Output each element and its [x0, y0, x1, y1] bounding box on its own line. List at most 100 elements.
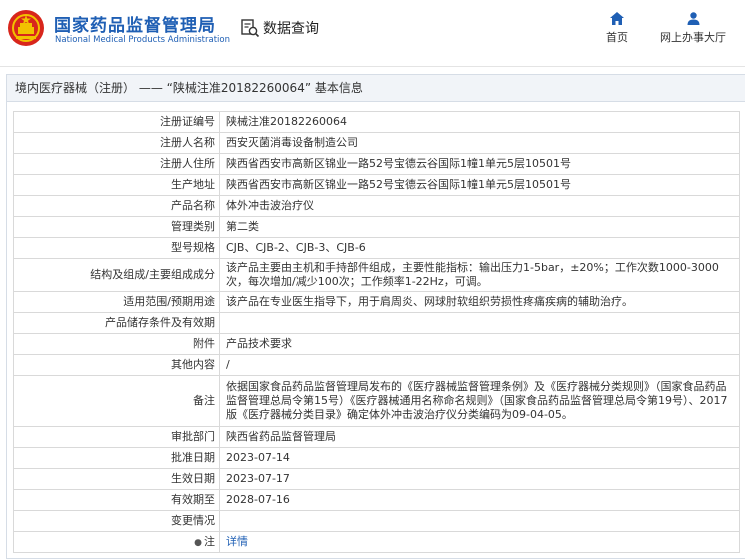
field-value-text: 产品技术要求 [226, 337, 292, 350]
field-value-text: 2023-07-17 [226, 472, 290, 485]
table-row: 生产地址 陕西省西安市高新区锦业一路52号宝德云谷国际1幢1单元5层10501号 [13, 174, 740, 196]
field-value: 2023-07-17 [219, 468, 740, 490]
field-value: 依据国家食品药品监督管理局发布的《医疗器械监督管理条例》及《医疗器械分类规则》（… [219, 375, 740, 427]
field-label-text: 产品名称 [171, 199, 215, 212]
data-query-link[interactable]: 数据查询 [240, 18, 319, 38]
field-label: 批准日期 [13, 447, 220, 469]
nav-online-label: 网上办事大厅 [660, 31, 726, 44]
table-row: 生效日期 2023-07-17 [13, 468, 740, 490]
field-label: 备注 [13, 375, 220, 427]
table-row: 变更情况 [13, 510, 740, 532]
table-row: 备注 依据国家食品药品监督管理局发布的《医疗器械监督管理条例》及《医疗器械分类规则… [13, 375, 740, 427]
field-label: 产品储存条件及有效期 [13, 312, 220, 334]
table-row: 管理类别 第二类 [13, 216, 740, 238]
nav-home[interactable]: 首页 [604, 12, 630, 45]
field-label: 附件 [13, 333, 220, 355]
field-value-text: 陕西省药品监督管理局 [226, 430, 336, 443]
field-label-text: 其他内容 [171, 358, 215, 371]
field-value [219, 312, 740, 334]
field-value: 产品技术要求 [219, 333, 740, 355]
user-icon [687, 12, 699, 25]
field-value-text: 陕械注准20182260064 [226, 115, 347, 128]
national-emblem-logo[interactable] [7, 9, 45, 47]
field-label: 型号规格 [13, 237, 220, 259]
field-label: 变更情况 [13, 510, 220, 532]
field-value-text: 第二类 [226, 220, 259, 233]
field-value: 西安灭菌消毒设备制造公司 [219, 132, 740, 154]
details-link[interactable]: 详情 [226, 535, 248, 548]
field-value-text: / [226, 358, 230, 371]
field-label-text: 生效日期 [171, 472, 215, 485]
field-label: 其他内容 [13, 354, 220, 376]
field-label: 生效日期 [13, 468, 220, 490]
field-value: 陕西省西安市高新区锦业一路52号宝德云谷国际1幢1单元5层10501号 [219, 174, 740, 196]
field-label: 管理类别 [13, 216, 220, 238]
field-label-text: 有效期至 [171, 493, 215, 506]
table-row: 产品名称 体外冲击波治疗仪 [13, 195, 740, 217]
table-row: 附件 产品技术要求 [13, 333, 740, 355]
field-value-text: 2028-07-16 [226, 493, 290, 506]
table-row: 注册证编号 陕械注准20182260064 [13, 111, 740, 133]
field-label: 审批部门 [13, 426, 220, 448]
field-value-text: 陕西省西安市高新区锦业一路52号宝德云谷国际1幢1单元5层10501号 [226, 157, 571, 170]
field-value-text: 该产品主要由主机和手持部件组成，主要性能指标：输出压力1-5bar，±20%；工… [226, 261, 719, 288]
registration-detail-table: 注册证编号 陕械注准20182260064 注册人名称 西安灭菌消毒设备制造公司 注册人… [13, 111, 740, 553]
field-label: ● 注 [13, 531, 220, 553]
data-search-icon [241, 19, 260, 38]
field-label: 产品名称 [13, 195, 220, 217]
site-title-en[interactable]: National Medical Products Administration [55, 35, 230, 45]
field-value: 2028-07-16 [219, 489, 740, 511]
field-label-text: 注 [204, 534, 215, 548]
field-value-text: 西安灭菌消毒设备制造公司 [226, 136, 358, 149]
field-value: CJB、CJB-2、CJB-3、CJB-6 [219, 237, 740, 259]
field-label-text: 备注 [193, 394, 215, 407]
field-value: 陕西省药品监督管理局 [219, 426, 740, 448]
field-label: 有效期至 [13, 489, 220, 511]
field-label-text: 注册人名称 [160, 136, 215, 149]
field-value: 2023-07-14 [219, 447, 740, 469]
home-icon [610, 12, 624, 25]
field-label-text: 结构及组成/主要组成成分 [90, 268, 215, 281]
table-row: 批准日期 2023-07-14 [13, 447, 740, 469]
field-value: 陕西省西安市高新区锦业一路52号宝德云谷国际1幢1单元5层10501号 [219, 153, 740, 175]
table-row: 适用范围/预期用途 该产品在专业医生指导下，用于肩周炎、网球肘软组织劳损性疼痛疾病… [13, 291, 740, 313]
field-value-text: 依据国家食品药品监督管理局发布的《医疗器械监督管理条例》及《医疗器械分类规则》（… [226, 380, 728, 421]
table-row: 注册人名称 西安灭菌消毒设备制造公司 [13, 132, 740, 154]
field-value: 该产品主要由主机和手持部件组成，主要性能指标：输出压力1-5bar，±20%；工… [219, 258, 740, 292]
table-row: 有效期至 2028-07-16 [13, 489, 740, 511]
table-row: 结构及组成/主要组成成分 该产品主要由主机和手持部件组成，主要性能指标：输出压力1… [13, 258, 740, 292]
field-label: 适用范围/预期用途 [13, 291, 220, 313]
field-label: 注册人名称 [13, 132, 220, 154]
field-label: 注册证编号 [13, 111, 220, 133]
table-row: ● 注详情 [13, 531, 740, 553]
field-value-text: 2023-07-14 [226, 451, 290, 464]
field-label-text: 型号规格 [171, 241, 215, 254]
table-row: 审批部门 陕西省药品监督管理局 [13, 426, 740, 448]
table-row: 型号规格 CJB、CJB-2、CJB-3、CJB-6 [13, 237, 740, 259]
data-query-label: 数据查询 [263, 21, 319, 37]
field-label-text: 生产地址 [171, 178, 215, 191]
field-value-text: 体外冲击波治疗仪 [226, 199, 314, 212]
field-label-text: 批准日期 [171, 451, 215, 464]
site-header: 国家药品监督管理局 National Medical Products Admi… [0, 0, 745, 67]
field-label-text: 附件 [193, 337, 215, 350]
field-value: 第二类 [219, 216, 740, 238]
site-title-cn[interactable]: 国家药品监督管理局 [54, 11, 216, 36]
field-label-text: 变更情况 [171, 514, 215, 527]
field-label-text: 注册人住所 [160, 157, 215, 170]
nav-online-service-hall[interactable]: 网上办事大厅 [656, 12, 730, 45]
field-label-text: 审批部门 [171, 430, 215, 443]
field-label-text: 产品储存条件及有效期 [105, 316, 215, 329]
table-row: 注册人住所 陕西省西安市高新区锦业一路52号宝德云谷国际1幢1单元5层10501号 [13, 153, 740, 175]
field-label: 注册人住所 [13, 153, 220, 175]
detail-panel: 境内医疗器械（注册） —— “陕械注准20182260064” 基本信息 注册证… [6, 74, 745, 559]
field-label: 结构及组成/主要组成成分 [13, 258, 220, 292]
field-label: 生产地址 [13, 174, 220, 196]
field-label-text: 注册证编号 [160, 115, 215, 128]
nav-home-label: 首页 [606, 31, 628, 44]
field-value: / [219, 354, 740, 376]
panel-title: 境内医疗器械（注册） —— “陕械注准20182260064” 基本信息 [7, 75, 745, 102]
field-value: 详情 [219, 531, 740, 553]
field-value-text: 陕西省西安市高新区锦业一路52号宝德云谷国际1幢1单元5层10501号 [226, 178, 571, 191]
field-value: 陕械注准20182260064 [219, 111, 740, 133]
